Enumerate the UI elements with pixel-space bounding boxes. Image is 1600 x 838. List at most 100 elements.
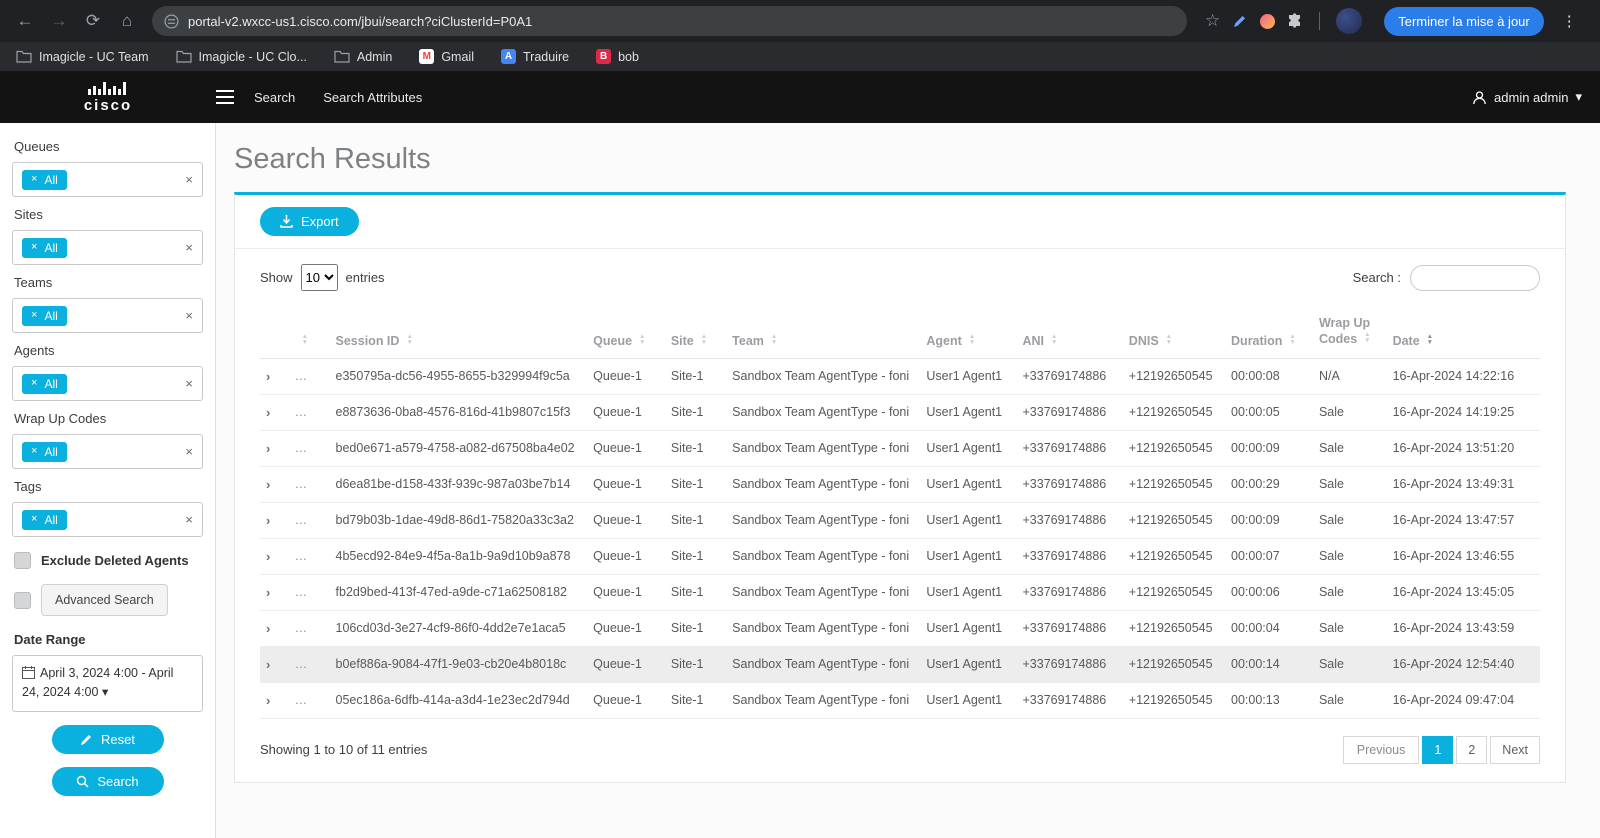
row-expand-chevron[interactable]: › — [260, 394, 289, 430]
address-bar[interactable]: portal-v2.wxcc-us1.cisco.com/jbui/search… — [152, 6, 1187, 36]
reload-icon[interactable]: ⟳ — [78, 6, 108, 36]
header-date[interactable]: Date — [1387, 309, 1540, 358]
row-actions-ellipsis[interactable]: … — [289, 358, 330, 394]
table-search-input[interactable] — [1410, 265, 1540, 291]
site-settings-icon[interactable] — [164, 14, 179, 29]
nav-search[interactable]: Search — [254, 90, 295, 105]
bookmark-star-icon[interactable]: ☆ — [1205, 11, 1220, 31]
chrome-update-button[interactable]: Terminer la mise à jour — [1384, 7, 1544, 36]
row-expand-chevron[interactable]: › — [260, 466, 289, 502]
pen-extension-icon[interactable] — [1232, 13, 1248, 29]
browser-menu-icon[interactable]: ⋮ — [1556, 12, 1581, 30]
sites-select[interactable]: ×All × — [12, 230, 203, 265]
pagination-page-2[interactable]: 2 — [1456, 736, 1487, 764]
cell-team: Sandbox Team AgentType - foni — [726, 466, 920, 502]
export-button[interactable]: Export — [260, 207, 359, 236]
chip-remove-icon[interactable]: × — [31, 174, 37, 185]
bookmark-folder-imagicle-uc-clo[interactable]: Imagicle - UC Clo... — [176, 50, 307, 64]
bookmark-bob[interactable]: B bob — [596, 49, 639, 64]
sort-icon[interactable] — [639, 334, 645, 346]
header-agent[interactable]: Agent — [920, 309, 1016, 358]
row-actions-ellipsis[interactable]: … — [289, 502, 330, 538]
user-menu[interactable]: admin admin ▾ — [1472, 89, 1582, 105]
entries-select[interactable]: 10 — [301, 264, 338, 291]
advanced-search-checkbox[interactable] — [14, 592, 31, 609]
sort-icon[interactable] — [406, 334, 412, 346]
header-session-id[interactable]: Session ID — [330, 309, 588, 358]
profile-avatar[interactable] — [1336, 8, 1362, 34]
row-actions-ellipsis[interactable]: … — [289, 682, 330, 718]
header-actions[interactable] — [289, 309, 330, 358]
row-expand-chevron[interactable]: › — [260, 610, 289, 646]
sort-icon[interactable] — [771, 334, 777, 346]
cell-agent: User1 Agent1 — [920, 466, 1016, 502]
row-expand-chevron[interactable]: › — [260, 682, 289, 718]
home-icon[interactable]: ⌂ — [112, 6, 142, 36]
cell-duration: 00:00:13 — [1225, 682, 1313, 718]
chip-remove-icon[interactable]: × — [31, 310, 37, 321]
clear-icon[interactable]: × — [185, 376, 193, 391]
row-actions-ellipsis[interactable]: … — [289, 430, 330, 466]
row-actions-ellipsis[interactable]: … — [289, 646, 330, 682]
clear-icon[interactable]: × — [185, 308, 193, 323]
back-icon[interactable]: ← — [10, 6, 40, 36]
advanced-search-button[interactable]: Advanced Search — [41, 584, 168, 616]
wrap-up-codes-select[interactable]: ×All × — [12, 434, 203, 469]
hamburger-menu-icon[interactable] — [216, 90, 234, 104]
sort-icon[interactable] — [701, 334, 707, 346]
bookmark-traduire[interactable]: A Traduire — [501, 49, 569, 64]
pagination-next[interactable]: Next — [1490, 736, 1540, 764]
table-header-row: Session ID Queue Site Team Agent ANI DNI… — [260, 309, 1540, 358]
row-expand-chevron[interactable]: › — [260, 538, 289, 574]
queues-select[interactable]: ×All × — [12, 162, 203, 197]
row-expand-chevron[interactable]: › — [260, 430, 289, 466]
row-expand-chevron[interactable]: › — [260, 358, 289, 394]
sort-icon[interactable] — [1051, 334, 1057, 346]
date-range-picker[interactable]: April 3, 2024 4:00 - April 24, 2024 4:00… — [12, 655, 203, 712]
clear-icon[interactable]: × — [185, 512, 193, 527]
bookmark-folder-admin[interactable]: Admin — [334, 50, 392, 64]
row-expand-chevron[interactable]: › — [260, 646, 289, 682]
forward-icon[interactable]: → — [44, 6, 74, 36]
clear-icon[interactable]: × — [185, 240, 193, 255]
header-duration[interactable]: Duration — [1225, 309, 1313, 358]
clear-icon[interactable]: × — [185, 444, 193, 459]
header-site[interactable]: Site — [665, 309, 726, 358]
sort-icon[interactable] — [302, 334, 308, 346]
pagination-page-1[interactable]: 1 — [1422, 736, 1453, 764]
header-dnis[interactable]: DNIS — [1123, 309, 1225, 358]
chip-remove-icon[interactable]: × — [31, 242, 37, 253]
pagination-previous[interactable]: Previous — [1343, 736, 1420, 764]
sort-icon[interactable] — [1166, 334, 1172, 346]
teams-select[interactable]: ×All × — [12, 298, 203, 333]
row-actions-ellipsis[interactable]: … — [289, 466, 330, 502]
header-queue[interactable]: Queue — [587, 309, 665, 358]
search-button[interactable]: Search — [52, 767, 164, 796]
clear-icon[interactable]: × — [185, 172, 193, 187]
row-expand-chevron[interactable]: › — [260, 574, 289, 610]
bookmark-folder-imagicle-uc-team[interactable]: Imagicle - UC Team — [16, 50, 149, 64]
row-actions-ellipsis[interactable]: … — [289, 538, 330, 574]
sort-icon[interactable] — [1289, 334, 1295, 346]
chip-remove-icon[interactable]: × — [31, 514, 37, 525]
row-expand-chevron[interactable]: › — [260, 502, 289, 538]
agents-select[interactable]: ×All × — [12, 366, 203, 401]
extensions-puzzle-icon[interactable] — [1287, 13, 1303, 29]
extension-icon[interactable] — [1260, 14, 1275, 29]
header-wrap-up-codes[interactable]: Wrap Up Codes — [1313, 309, 1387, 358]
header-ani[interactable]: ANI — [1016, 309, 1122, 358]
row-actions-ellipsis[interactable]: … — [289, 610, 330, 646]
sort-icon-active[interactable] — [1427, 334, 1433, 346]
sort-icon[interactable] — [969, 334, 975, 346]
reset-button[interactable]: Reset — [52, 725, 164, 754]
chip-remove-icon[interactable]: × — [31, 446, 37, 457]
exclude-deleted-agents-checkbox[interactable] — [14, 552, 31, 569]
nav-search-attributes[interactable]: Search Attributes — [323, 90, 422, 105]
chip-remove-icon[interactable]: × — [31, 378, 37, 389]
row-actions-ellipsis[interactable]: … — [289, 574, 330, 610]
row-actions-ellipsis[interactable]: … — [289, 394, 330, 430]
sort-icon[interactable] — [1364, 332, 1370, 344]
header-team[interactable]: Team — [726, 309, 920, 358]
bookmark-gmail[interactable]: M Gmail — [419, 49, 474, 64]
tags-select[interactable]: ×All × — [12, 502, 203, 537]
